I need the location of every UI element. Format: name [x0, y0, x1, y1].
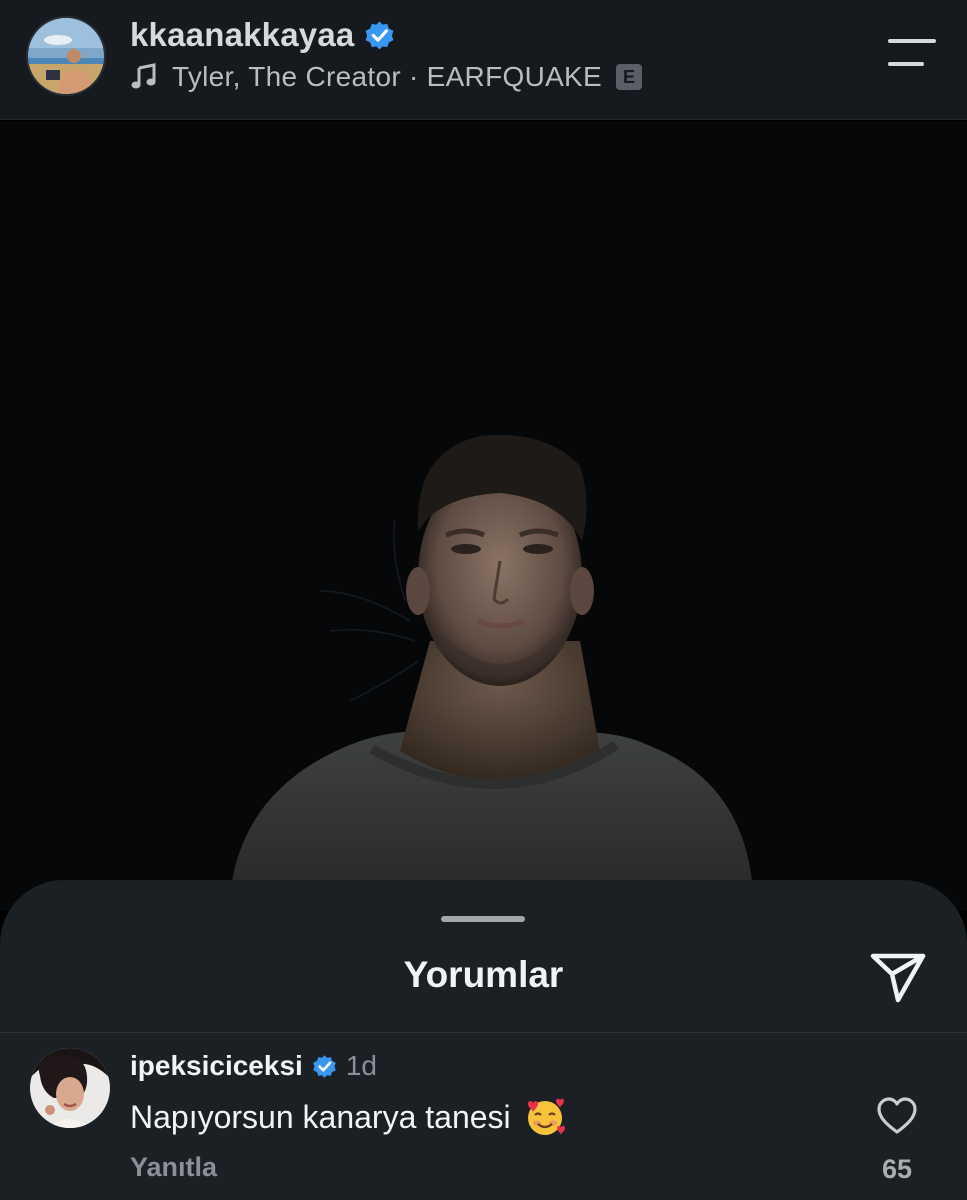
profile-avatar[interactable] [26, 16, 106, 96]
music-note-icon [131, 63, 156, 89]
music-artist: Tyler, The Creator [172, 61, 401, 92]
sheet-divider [0, 1032, 967, 1033]
post-header: kkaanakkayaa Tyler, The Creator · EARFQU… [0, 0, 967, 120]
menu-icon[interactable] [882, 36, 938, 72]
like-count: 65 [881, 1154, 913, 1184]
comments-title: Yorumlar [403, 954, 564, 995]
comment-timestamp: 1d [345, 1050, 377, 1081]
reply-button[interactable]: Yanıtla [130, 1152, 217, 1183]
music-track: EARFQUAKE [426, 61, 603, 92]
comment-avatar[interactable] [30, 1048, 110, 1128]
post-photo[interactable] [0, 121, 967, 911]
send-icon[interactable] [868, 946, 928, 1006]
verified-badge-icon [366, 21, 394, 49]
music-attribution[interactable]: Tyler, The Creator · EARFQUAKE E [130, 61, 643, 93]
comment-username[interactable]: ipeksiciceksi [130, 1050, 303, 1082]
explicit-badge: E [616, 64, 643, 90]
heart-icon[interactable] [876, 1096, 918, 1136]
comment-body: Napıyorsun kanarya tanesi [130, 1098, 511, 1135]
music-separator: · [408, 61, 419, 92]
smiling-face-with-hearts-icon [527, 1098, 565, 1135]
sheet-grabber[interactable] [441, 916, 525, 922]
verified-badge-icon [313, 1054, 336, 1078]
post-username[interactable]: kkaanakkayaa [130, 16, 354, 54]
